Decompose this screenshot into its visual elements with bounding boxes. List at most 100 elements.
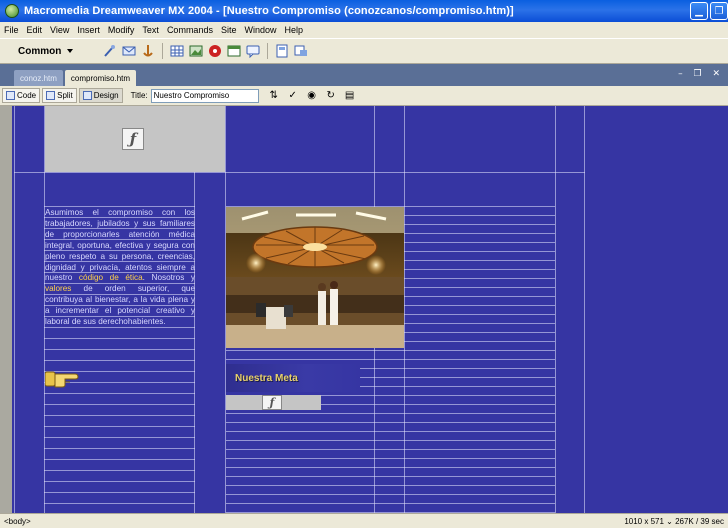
code-label: Code bbox=[17, 91, 37, 100]
template-icon[interactable] bbox=[274, 43, 290, 59]
table-row-line bbox=[44, 481, 195, 482]
title-bar: Macromedia Dreamweaver MX 2004 - [Nuestr… bbox=[0, 0, 728, 22]
named-anchor-icon[interactable] bbox=[140, 43, 156, 59]
menu-edit[interactable]: Edit bbox=[23, 25, 47, 35]
insert-category-dropdown[interactable]: Common bbox=[18, 46, 80, 57]
table-row-line bbox=[404, 224, 555, 225]
design-view-button[interactable]: Design bbox=[78, 88, 123, 103]
document-toolbar-icons: ⇅ ✓ ◉ ↻ ▤ bbox=[267, 90, 357, 101]
page-title-input[interactable] bbox=[150, 88, 259, 103]
menu-insert[interactable]: Insert bbox=[73, 25, 104, 35]
link-valores[interactable]: valores bbox=[45, 284, 71, 293]
table-border bbox=[584, 106, 585, 513]
table-row-line bbox=[404, 215, 555, 216]
table-row-line bbox=[44, 338, 195, 339]
tab-conoz[interactable]: conoz.htm bbox=[14, 70, 63, 86]
check-browser-icon[interactable]: ✓ bbox=[286, 90, 300, 101]
view-options-icon[interactable]: ▤ bbox=[343, 90, 357, 101]
dreamweaver-app-icon[interactable] bbox=[5, 4, 19, 18]
table-row-line bbox=[404, 296, 555, 297]
table-row-line bbox=[226, 449, 555, 450]
link-codigo-de-etica[interactable]: código de ética bbox=[79, 273, 143, 282]
table-row-line bbox=[226, 422, 555, 423]
refresh-icon[interactable]: ↻ bbox=[324, 90, 338, 101]
email-link-icon[interactable] bbox=[121, 43, 137, 59]
design-icon bbox=[82, 91, 92, 100]
comment-icon[interactable] bbox=[245, 43, 261, 59]
table-row-line bbox=[404, 269, 555, 270]
flash-placeholder-icon[interactable]: ƒ bbox=[122, 128, 144, 150]
vertical-scrollbar[interactable] bbox=[716, 106, 728, 513]
table-row-line bbox=[44, 503, 195, 504]
minimize-button[interactable]: ▁ bbox=[690, 2, 708, 20]
table-row-line bbox=[44, 360, 195, 361]
table-border bbox=[14, 172, 585, 173]
table-row-line bbox=[226, 359, 555, 360]
document-tab-strip: conoz.htm compromiso.htm – ❐ ✕ bbox=[0, 64, 728, 86]
nuestra-meta-banner[interactable]: Nuestra Meta bbox=[226, 364, 360, 392]
canvas-left-margin bbox=[0, 106, 12, 513]
insert-bar: Common bbox=[0, 38, 728, 64]
table-row-line bbox=[44, 459, 195, 460]
menu-window[interactable]: Window bbox=[240, 25, 280, 35]
insert-category-label: Common bbox=[18, 45, 62, 57]
table-row-line bbox=[44, 415, 195, 416]
auditorium-photo[interactable] bbox=[226, 207, 404, 348]
dreamweaver-window: Macromedia Dreamweaver MX 2004 - [Nuestr… bbox=[0, 0, 728, 528]
document-window-controls[interactable]: – ❐ ✕ bbox=[678, 69, 724, 79]
menu-bar: File Edit View Insert Modify Text Comman… bbox=[0, 22, 728, 38]
table-row-line bbox=[226, 485, 555, 486]
tag-chooser-icon[interactable] bbox=[293, 43, 309, 59]
split-label: Split bbox=[57, 91, 73, 100]
media-icon[interactable] bbox=[207, 43, 223, 59]
design-view-canvas[interactable]: ƒ Asumimos el compromiso con los trabaja… bbox=[0, 106, 728, 513]
insert-icons bbox=[102, 43, 309, 59]
window-size-info[interactable]: 1010 x 571 ⌄ 267K / 39 sec bbox=[624, 517, 724, 526]
menu-file[interactable]: File bbox=[0, 25, 23, 35]
table-row-line bbox=[44, 437, 195, 438]
tag-selector[interactable]: <body> bbox=[4, 517, 31, 526]
preview-browser-icon[interactable]: ◉ bbox=[305, 90, 319, 101]
window-title: Macromedia Dreamweaver MX 2004 - [Nuestr… bbox=[24, 5, 514, 17]
table-row-line bbox=[226, 440, 555, 441]
maximize-button[interactable]: ❐ bbox=[710, 2, 728, 20]
menu-view[interactable]: View bbox=[46, 25, 73, 35]
hyperlink-icon[interactable] bbox=[102, 43, 118, 59]
table-row-line bbox=[44, 206, 195, 207]
menu-text[interactable]: Text bbox=[138, 25, 163, 35]
menu-help[interactable]: Help bbox=[280, 25, 307, 35]
commitment-paragraph[interactable]: Asumimos el compromiso con los trabajado… bbox=[45, 208, 195, 328]
date-icon[interactable] bbox=[226, 43, 242, 59]
chevron-down-icon bbox=[67, 49, 74, 53]
paragraph-part-2: . Nosotros y bbox=[142, 273, 195, 283]
split-view-button[interactable]: Split bbox=[42, 88, 77, 103]
page-title-label: Title: bbox=[130, 91, 148, 100]
table-border bbox=[14, 106, 15, 513]
menu-modify[interactable]: Modify bbox=[104, 25, 139, 35]
table-icon[interactable] bbox=[169, 43, 185, 59]
menu-commands[interactable]: Commands bbox=[163, 25, 217, 35]
table-border bbox=[555, 106, 556, 513]
table-row-line bbox=[404, 278, 555, 279]
table-row-line bbox=[44, 426, 195, 427]
table-row-line bbox=[44, 448, 195, 449]
code-view-button[interactable]: Code bbox=[2, 88, 41, 103]
image-icon[interactable] bbox=[188, 43, 204, 59]
flash-placeholder-icon[interactable]: ƒ bbox=[262, 395, 282, 410]
table-row-line bbox=[226, 467, 555, 468]
table-row-line bbox=[226, 494, 555, 495]
table-row-line bbox=[226, 476, 555, 477]
table-row-line bbox=[226, 458, 555, 459]
table-row-line bbox=[226, 503, 555, 504]
table-row-line bbox=[404, 287, 555, 288]
document-toolbar: Code Split Design Title: ⇅ ✓ ◉ ↻ ▤ bbox=[0, 86, 728, 106]
separator bbox=[267, 43, 268, 59]
file-management-icon[interactable]: ⇅ bbox=[267, 90, 281, 101]
menu-site[interactable]: Site bbox=[217, 25, 241, 35]
pointing-hand-icon[interactable] bbox=[44, 370, 79, 388]
table-row-line bbox=[44, 393, 195, 394]
code-icon bbox=[6, 91, 15, 100]
table-row-line bbox=[404, 260, 555, 261]
table-row-line bbox=[226, 413, 555, 414]
tab-compromiso[interactable]: compromiso.htm bbox=[64, 70, 137, 86]
